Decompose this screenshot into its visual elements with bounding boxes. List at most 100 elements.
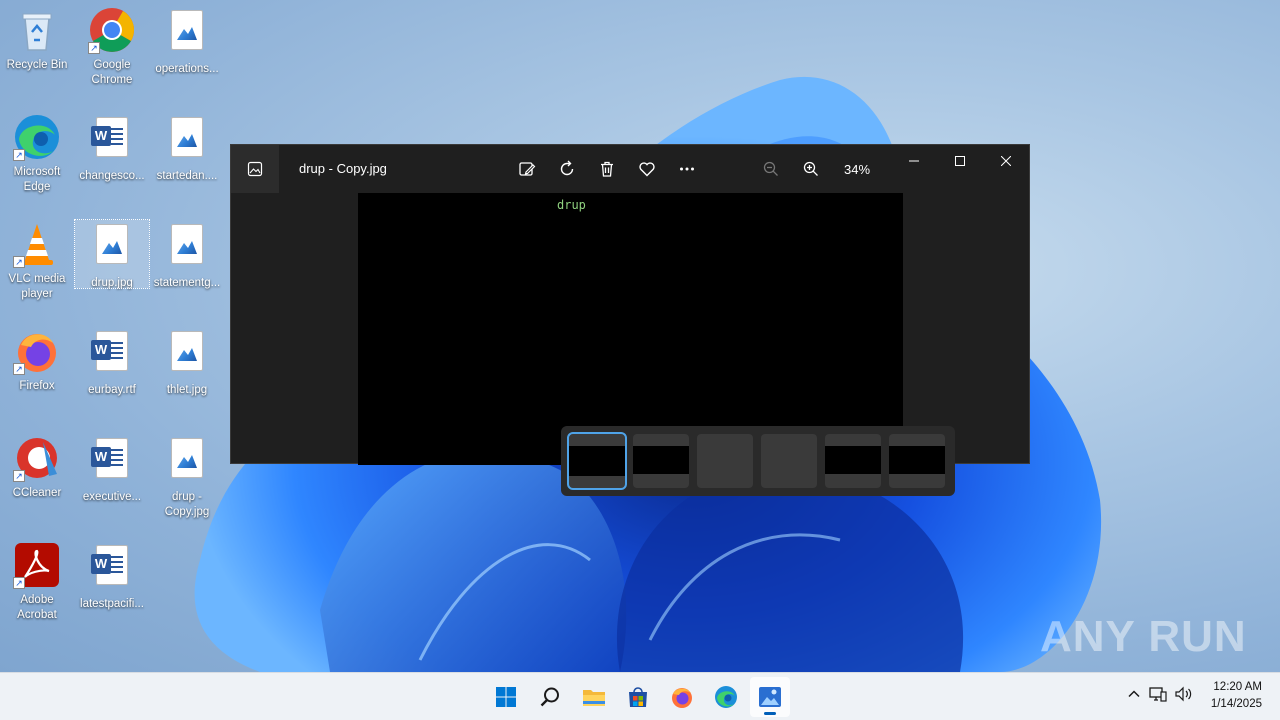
heart-icon xyxy=(639,162,655,177)
clock-time: 12:20 AM xyxy=(1213,681,1262,693)
edge-taskbar-icon xyxy=(715,686,737,708)
close-button[interactable] xyxy=(983,145,1029,177)
photos-window: drup - Copy.jpg 34% drup xyxy=(230,144,1030,496)
zoom-in-button[interactable] xyxy=(795,157,827,181)
ccleaner-icon[interactable]: ↗ CCleaner xyxy=(0,434,74,501)
icon-label: statementg... xyxy=(153,277,221,289)
image-content-text: drup xyxy=(557,198,586,212)
eurbay-rtf-file-icon[interactable]: eurbay.rtf xyxy=(75,327,149,398)
maximize-button[interactable] xyxy=(937,145,983,177)
adobe-acrobat-icon[interactable]: ↗ Adobe Acrobat xyxy=(0,541,74,623)
photos-app-icon xyxy=(759,687,781,707)
filmstrip-thumbnail[interactable] xyxy=(761,434,817,488)
edit-image-button[interactable] xyxy=(511,157,543,181)
image-file-icon xyxy=(171,224,203,264)
icon-label: drup.jpg xyxy=(91,277,133,289)
image-viewport[interactable]: drup xyxy=(358,193,955,496)
image-file-icon xyxy=(96,224,128,264)
word-document-icon xyxy=(91,545,128,585)
filmstrip-thumbnail[interactable] xyxy=(889,434,945,488)
show-hidden-icons-button[interactable] xyxy=(1127,687,1141,706)
shortcut-arrow-icon: ↗ xyxy=(13,149,25,161)
recycle-bin-icon[interactable]: Recycle Bin xyxy=(0,6,74,73)
anyrun-watermark: ANY RUN xyxy=(1040,612,1247,661)
drup-copy-jpg-file-icon[interactable]: drup - Copy.jpg xyxy=(150,434,224,520)
image-file-icon xyxy=(171,331,203,371)
executive-file-icon[interactable]: executive... xyxy=(75,434,149,505)
taskbar-apps xyxy=(486,677,790,717)
changesco-file-icon[interactable]: changesco... xyxy=(75,113,149,184)
store-icon xyxy=(629,687,647,707)
network-button[interactable] xyxy=(1149,686,1167,707)
taskbar: 12:20 AM 1/14/2025 xyxy=(0,672,1280,720)
icon-label: Firefox xyxy=(19,380,55,392)
image-file-icon xyxy=(171,117,203,157)
clock-date: 1/14/2025 xyxy=(1210,698,1262,710)
latestpacifi-file-icon[interactable]: latestpacifi... xyxy=(75,541,149,612)
delete-button[interactable] xyxy=(591,157,623,181)
icon-label: CCleaner xyxy=(12,487,62,499)
minimize-button[interactable] xyxy=(891,145,937,177)
minimize-icon xyxy=(909,160,919,162)
windows-logo-icon xyxy=(496,687,516,707)
filmstrip-thumbnail[interactable] xyxy=(633,434,689,488)
shortcut-arrow-icon: ↗ xyxy=(13,470,25,482)
rotate-button[interactable] xyxy=(551,157,583,181)
icon-label: Microsoft Edge xyxy=(13,166,61,193)
more-icon xyxy=(680,167,694,171)
startedan-file-icon[interactable]: startedan.... xyxy=(150,113,224,184)
photo-toolbar xyxy=(511,157,703,181)
title-bar: drup - Copy.jpg 34% xyxy=(231,145,1029,193)
filmstrip xyxy=(561,426,955,496)
close-icon xyxy=(1001,156,1011,166)
system-tray: 12:20 AM 1/14/2025 xyxy=(1127,679,1262,713)
rotate-icon xyxy=(560,160,574,176)
favorite-button[interactable] xyxy=(631,157,663,181)
zoom-out-button[interactable] xyxy=(755,157,787,181)
filmstrip-thumbnail[interactable] xyxy=(697,434,753,488)
chevron-up-icon xyxy=(1128,689,1140,697)
shortcut-arrow-icon: ↗ xyxy=(88,42,100,54)
word-document-icon xyxy=(91,331,128,371)
microsoft-store-button[interactable] xyxy=(618,677,658,717)
search-button[interactable] xyxy=(530,677,570,717)
zoom-in-icon xyxy=(803,161,818,176)
start-button[interactable] xyxy=(486,677,526,717)
icon-label: executive... xyxy=(82,491,142,503)
zoom-level[interactable]: 34% xyxy=(835,162,879,177)
edge-taskbar-button[interactable] xyxy=(706,677,746,717)
zoom-out-icon xyxy=(763,161,778,176)
drup-jpg-file-icon[interactable]: drup.jpg xyxy=(74,219,150,289)
statementg-file-icon[interactable]: statementg... xyxy=(150,220,224,291)
folder-icon xyxy=(583,690,605,706)
volume-button[interactable] xyxy=(1175,686,1193,707)
icon-label: eurbay.rtf xyxy=(88,384,136,396)
icon-label: Adobe Acrobat xyxy=(17,594,57,621)
clock[interactable]: 12:20 AM 1/14/2025 xyxy=(1211,679,1262,713)
google-chrome-icon[interactable]: ↗ Google Chrome xyxy=(75,6,149,88)
firefox-taskbar-button[interactable] xyxy=(662,677,702,717)
more-options-button[interactable] xyxy=(671,157,703,181)
trash-icon xyxy=(601,161,613,177)
icon-label: Google Chrome xyxy=(91,59,133,86)
file-explorer-button[interactable] xyxy=(574,677,614,717)
image-file-icon xyxy=(171,438,203,478)
shortcut-arrow-icon: ↗ xyxy=(13,256,25,268)
filmstrip-thumbnail[interactable] xyxy=(825,434,881,488)
icon-label: operations... xyxy=(155,63,219,75)
search-icon xyxy=(540,687,559,707)
firefox-icon[interactable]: ↗ Firefox xyxy=(0,327,74,394)
photos-taskbar-button[interactable] xyxy=(750,677,790,717)
edit-image-icon xyxy=(519,162,536,176)
gallery-button[interactable] xyxy=(231,145,279,193)
vlc-media-player-icon[interactable]: ↗ VLC media player xyxy=(0,220,74,302)
thlet-jpg-file-icon[interactable]: thlet.jpg xyxy=(150,327,224,398)
desktop: Recycle Bin ↗ Microsoft Edge ↗ VLC media… xyxy=(0,0,1280,672)
operations-file-icon[interactable]: operations... xyxy=(150,6,224,77)
maximize-icon xyxy=(955,156,965,166)
icon-label: drup - Copy.jpg xyxy=(164,491,210,518)
microsoft-edge-icon[interactable]: ↗ Microsoft Edge xyxy=(0,113,74,195)
icon-label: VLC media player xyxy=(8,273,66,300)
filmstrip-thumbnail[interactable] xyxy=(567,432,627,490)
network-icon xyxy=(1149,686,1167,702)
